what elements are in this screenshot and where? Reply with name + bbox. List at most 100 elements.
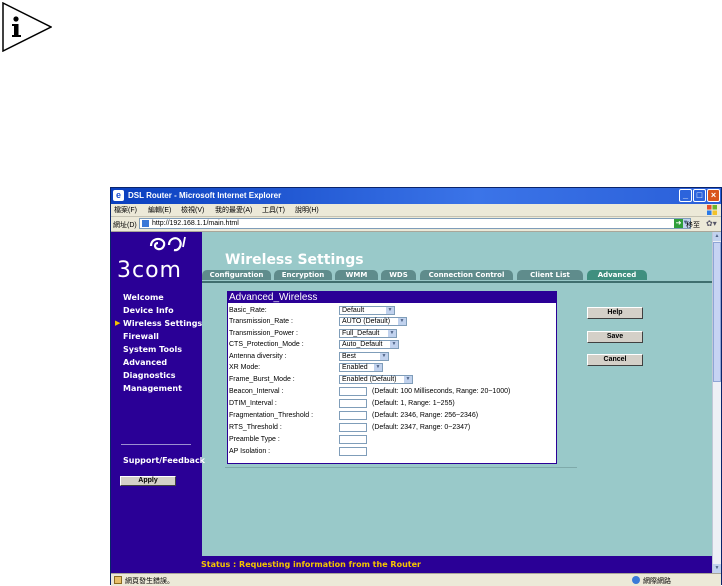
current-item-arrow-icon: ▶ <box>115 320 121 327</box>
basic-rate-select[interactable]: Default ▼ <box>339 306 395 315</box>
maximize-button[interactable]: □ <box>693 189 706 202</box>
dtim-interval-label: DTIM_Interval : <box>229 400 277 407</box>
sidebar-item-advanced[interactable]: Advanced <box>123 358 167 367</box>
close-button[interactable]: × <box>707 189 720 202</box>
basic-rate-label: Basic_Rate: <box>229 307 267 314</box>
frame-burst-mode-label: Frame_Burst_Mode : <box>229 376 295 383</box>
beacon-interval-input[interactable] <box>339 387 367 396</box>
go-arrow-icon[interactable]: ➜ <box>674 219 683 228</box>
help-button[interactable]: Help <box>587 307 643 319</box>
browser-window: e DSL Router - Microsoft Internet Explor… <box>110 187 722 586</box>
sidebar-item-wireless-settings[interactable]: Wireless Settings <box>123 319 202 328</box>
chevron-down-icon: ▼ <box>388 330 396 337</box>
antenna-diversity-select[interactable]: Best ▼ <box>339 352 389 361</box>
menu-view[interactable]: 檢視(V) <box>181 205 204 215</box>
fragmentation-threshold-hint: (Default: 2346, Range: 256~2346) <box>372 412 479 419</box>
ap-isolation-input[interactable] <box>339 447 367 456</box>
chevron-down-icon: ▼ <box>380 353 388 360</box>
tab-encryption[interactable]: Encryption <box>274 270 332 280</box>
menu-edit[interactable]: 編輯(E) <box>148 205 171 215</box>
fragmentation-threshold-label: Fragmentation_Threshold : <box>229 412 314 419</box>
scroll-thumb[interactable] <box>713 242 721 382</box>
tab-configuration[interactable]: Configuration <box>202 270 271 280</box>
scroll-up-icon[interactable]: ▲ <box>713 232 721 241</box>
transmission-power-value: Full_Default <box>342 330 380 337</box>
sidebar-item-diagnostics[interactable]: Diagnostics <box>123 371 176 380</box>
transmission-rate-label: Transmission_Rate : <box>229 318 293 325</box>
cts-protection-mode-label: CTS_Protection_Mode : <box>229 341 304 348</box>
frame-burst-mode-select[interactable]: Enabled (Default) ▼ <box>339 375 413 384</box>
page-icon <box>142 220 149 227</box>
windows-logo-icon <box>707 205 717 215</box>
transmission-rate-value: AUTO (Default) <box>342 318 391 325</box>
address-input[interactable]: http://192.168.1.1/main.html ▼ <box>139 218 691 229</box>
sidebar-item-device-info[interactable]: Device Info <box>123 306 174 315</box>
page-error-icon[interactable] <box>114 576 122 584</box>
transmission-power-label: Transmission_Power : <box>229 330 298 337</box>
chevron-down-icon: ▼ <box>398 318 406 325</box>
sidebar-item-management[interactable]: Management <box>123 384 182 393</box>
vertical-scrollbar[interactable]: ▲ ▼ <box>712 232 721 573</box>
tab-advanced[interactable]: Advanced <box>587 270 647 280</box>
router-status-bar: Status : Requesting information from the… <box>111 556 712 573</box>
menu-help[interactable]: 說明(H) <box>295 205 319 215</box>
title-bar: e DSL Router - Microsoft Internet Explor… <box>111 188 721 204</box>
antenna-diversity-value: Best <box>342 353 357 360</box>
rts-threshold-hint: (Default: 2347, Range: 0~2347) <box>372 424 471 431</box>
sidebar-item-welcome[interactable]: Welcome <box>123 293 164 302</box>
3com-logo-symbol-icon <box>149 236 186 252</box>
beacon-interval-label: Beacon_Interval : <box>229 388 284 395</box>
menu-bar: 檔案(F) 編輯(E) 檢視(V) 我的最愛(A) 工具(T) 說明(H) <box>111 204 721 217</box>
minimize-button[interactable]: _ <box>679 189 692 202</box>
rts-threshold-input[interactable] <box>339 423 367 432</box>
chevron-down-icon: ▼ <box>374 364 382 371</box>
panel-heading: Advanced_Wireless <box>228 292 557 303</box>
apply-button[interactable]: Apply <box>120 476 176 486</box>
sidebar-item-firewall[interactable]: Firewall <box>123 332 159 341</box>
dtim-interval-hint: (Default: 1, Range: 1~255) <box>372 400 455 407</box>
menu-file[interactable]: 檔案(F) <box>114 205 137 215</box>
xr-mode-value: Enabled <box>342 364 368 371</box>
info-note-icon <box>2 2 52 52</box>
cancel-button[interactable]: Cancel <box>587 354 643 366</box>
menu-tools[interactable]: 工具(T) <box>262 205 285 215</box>
cts-protection-mode-select[interactable]: Auto_Default ▼ <box>339 340 399 349</box>
ie-icon: e <box>113 190 124 201</box>
dtim-interval-input[interactable] <box>339 399 367 408</box>
transmission-rate-select[interactable]: AUTO (Default) ▼ <box>339 317 407 326</box>
address-url: http://192.168.1.1/main.html <box>152 220 239 227</box>
chevron-down-icon: ▼ <box>386 307 394 314</box>
tab-wds[interactable]: WDS <box>381 270 416 280</box>
window-title: DSL Router - Microsoft Internet Explorer <box>128 191 282 200</box>
tab-wmm[interactable]: WMM <box>335 270 378 280</box>
rts-threshold-label: RTS_Threshold : <box>229 424 282 431</box>
sidebar-divider <box>121 444 191 445</box>
sidebar-item-support-feedback[interactable]: Support/Feedback <box>123 456 205 465</box>
beacon-interval-hint: (Default: 100 Milliseconds, Range: 20~10… <box>372 388 511 395</box>
cts-protection-mode-value: Auto_Default <box>342 341 383 348</box>
preamble-type-label: Preamble Type : <box>229 436 280 443</box>
go-button[interactable]: 移至 <box>686 220 700 230</box>
tab-client-list[interactable]: Client List <box>517 270 583 280</box>
chevron-down-icon: ▼ <box>390 341 398 348</box>
scroll-down-icon[interactable]: ▼ <box>713 564 721 573</box>
menu-favorites[interactable]: 我的最愛(A) <box>215 205 252 215</box>
tab-underline <box>202 281 712 283</box>
fragmentation-threshold-input[interactable] <box>339 411 367 420</box>
antenna-diversity-label: Antenna diversity : <box>229 353 287 360</box>
transmission-power-select[interactable]: Full_Default ▼ <box>339 329 397 338</box>
router-status-text: Status : Requesting information from the… <box>201 560 421 569</box>
preamble-type-input[interactable] <box>339 435 367 444</box>
address-label: 網址(D) <box>113 222 137 229</box>
sidebar-item-system-tools[interactable]: System Tools <box>123 345 182 354</box>
xr-mode-select[interactable]: Enabled ▼ <box>339 363 383 372</box>
links-icon[interactable]: ✿▾ <box>706 219 717 228</box>
xr-mode-label: XR Mode: <box>229 364 261 371</box>
page-title: Wireless Settings <box>225 252 364 268</box>
ap-isolation-label: AP Isolation : <box>229 448 271 455</box>
frame-burst-mode-value: Enabled (Default) <box>342 376 397 383</box>
save-button[interactable]: Save <box>587 331 643 343</box>
internet-zone-icon <box>632 576 640 584</box>
tab-connection-control[interactable]: Connection Control <box>420 270 513 280</box>
tab-bar: Configuration Encryption WMM WDS Connect… <box>202 270 712 281</box>
